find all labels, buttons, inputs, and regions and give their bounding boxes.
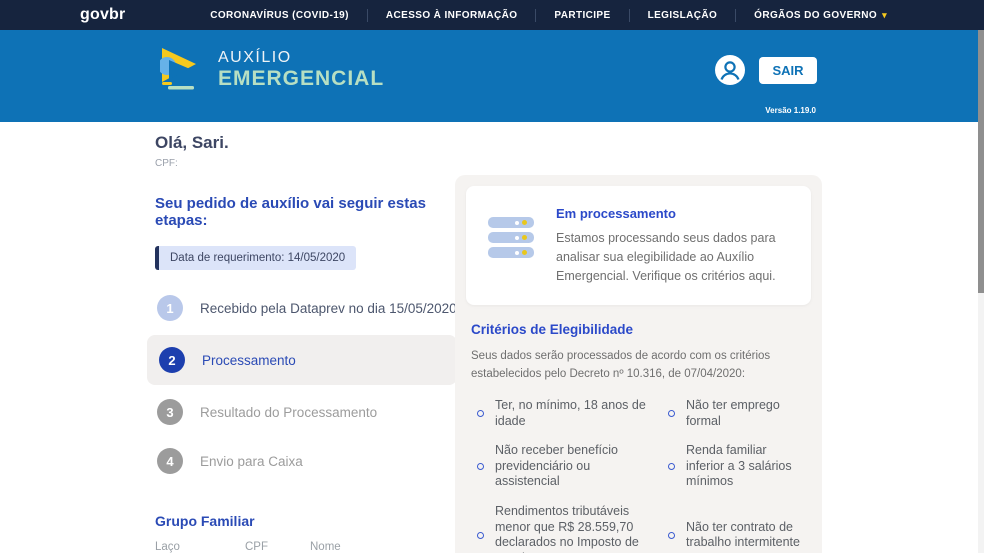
- auxilio-emergencial-page: govbr CORONAVÍRUS (COVID-19) ACESSO À IN…: [0, 0, 984, 553]
- logo-line1: AUXÍLIO: [218, 49, 292, 67]
- step-number-badge: 1: [157, 295, 183, 321]
- header-right-group: SAIR: [715, 55, 817, 85]
- criteria-item: Ter, no mínimo, 18 anos de idade: [471, 398, 652, 429]
- bullet-circle-icon: [477, 531, 484, 539]
- step-label: Processamento: [202, 352, 296, 368]
- logout-button[interactable]: SAIR: [759, 56, 817, 84]
- nav-orgaos-governo-label: ÓRGÃOS DO GOVERNO: [754, 9, 878, 21]
- bullet-circle-icon: [668, 463, 675, 471]
- auxilio-arrow-icon: [160, 48, 196, 90]
- criteria-item: Rendimentos tributáveis menor que R$ 28.…: [471, 504, 652, 553]
- cpf-label: CPF:: [155, 158, 178, 169]
- user-avatar-icon[interactable]: [715, 55, 745, 85]
- auxilio-emergencial-logo: AUXÍLIO EMERGENCIAL: [160, 46, 384, 94]
- greeting-text: Olá, Sari.: [155, 133, 229, 152]
- status-text-block: Em processamento Estamos processando seu…: [556, 203, 793, 285]
- nav-coronavirus[interactable]: CORONAVÍRUS (COVID-19): [192, 10, 367, 21]
- bullet-circle-icon: [668, 531, 675, 539]
- step-label: Recebido pela Dataprev no dia 15/05/2020: [200, 300, 457, 316]
- criteria-intro: Seus dados serão processados de acordo c…: [471, 350, 771, 381]
- step-number-badge: 3: [157, 399, 183, 425]
- family-group-title: Grupo Familiar: [155, 513, 255, 529]
- status-title: Em processamento: [556, 206, 676, 221]
- step-resultado: 3 Resultado do Processamento: [155, 390, 457, 434]
- criteria-item-text: Rendimentos tributáveis menor que R$ 28.…: [495, 504, 639, 553]
- criteria-item-text: Ter, no mínimo, 18 anos de idade: [495, 397, 646, 428]
- criteria-title: Critérios de Elegibilidade: [471, 322, 634, 338]
- criteria-item-text: Não ter emprego formal: [686, 397, 780, 428]
- table-header-row: Laço CPF Nome: [155, 541, 457, 553]
- criteria-list: Ter, no mínimo, 18 anos de idade Não ter…: [471, 398, 806, 553]
- eligibility-criteria-section: Critérios de Elegibilidade Seus dados se…: [455, 316, 822, 553]
- step-recebido: 1 Recebido pela Dataprev no dia 15/05/20…: [155, 286, 457, 330]
- page-scrollbar[interactable]: [978, 30, 984, 553]
- criteria-item-text: Não ter contrato de trabalho intermitent…: [686, 519, 800, 550]
- bullet-circle-icon: [477, 410, 484, 417]
- status-body: Estamos processando seus dados para anal…: [556, 231, 776, 283]
- criteria-item: Não ter emprego formal: [662, 398, 806, 429]
- nav-acesso-informacao[interactable]: ACESSO À INFORMAÇÃO: [368, 10, 536, 21]
- step-number-badge: 2: [159, 347, 185, 373]
- bullet-circle-icon: [477, 463, 484, 471]
- criteria-item: Renda familiar inferior a 3 salários mín…: [662, 443, 806, 490]
- family-group-table: Laço CPF Nome Filho(a) - Filho(a) -: [155, 541, 457, 553]
- request-steps-column: Olá, Sari. CPF: Seu pedido de auxílio va…: [147, 133, 457, 553]
- criteria-item-text: Não receber benefício previdenciário ou …: [495, 443, 618, 489]
- nav-participe[interactable]: PARTICIPE: [536, 10, 628, 21]
- step-label: Envio para Caixa: [200, 453, 303, 469]
- criteria-item-text: Renda familiar inferior a 3 salários mín…: [686, 443, 792, 489]
- logo-text: AUXÍLIO EMERGENCIAL: [218, 49, 384, 91]
- gov-top-nav: CORONAVÍRUS (COVID-19) ACESSO À INFORMAÇ…: [192, 8, 905, 22]
- server-icon: [488, 217, 534, 285]
- scrollbar-thumb[interactable]: [978, 30, 984, 293]
- col-header-nome: Nome: [310, 541, 341, 553]
- nav-legislacao[interactable]: LEGISLAÇÃO: [630, 10, 736, 21]
- step-processamento: 2 Processamento: [147, 335, 457, 385]
- steps-title: Seu pedido de auxílio vai seguir estas e…: [155, 195, 426, 229]
- steps-list: 1 Recebido pela Dataprev no dia 15/05/20…: [147, 286, 457, 483]
- col-header-cpf: CPF: [245, 541, 268, 553]
- step-envio-caixa: 4 Envio para Caixa: [155, 439, 457, 483]
- gov-top-bar: govbr CORONAVÍRUS (COVID-19) ACESSO À IN…: [0, 0, 984, 30]
- col-header-laco: Laço: [155, 541, 180, 553]
- criteria-item: Não ter contrato de trabalho intermitent…: [662, 504, 806, 553]
- step-label: Resultado do Processamento: [200, 404, 378, 420]
- app-version: Versão 1.19.0: [765, 106, 816, 115]
- request-date-badge: Data de requerimento: 14/05/2020: [155, 246, 357, 270]
- step-number-badge: 4: [157, 448, 183, 474]
- bullet-circle-icon: [668, 410, 675, 417]
- processing-status-card: Em processamento Estamos processando seu…: [466, 186, 811, 306]
- criteria-item: Não receber benefício previdenciário ou …: [471, 443, 652, 490]
- govbr-logo[interactable]: govbr: [80, 6, 125, 24]
- app-header: AUXÍLIO EMERGENCIAL SAIR Versão 1.19.0: [0, 30, 979, 122]
- logo-line2: EMERGENCIAL: [218, 66, 385, 90]
- status-panel: Em processamento Estamos processando seu…: [455, 175, 822, 553]
- nav-orgaos-governo[interactable]: ÓRGÃOS DO GOVERNO ▾: [736, 10, 905, 21]
- chevron-down-icon: ▾: [882, 9, 887, 20]
